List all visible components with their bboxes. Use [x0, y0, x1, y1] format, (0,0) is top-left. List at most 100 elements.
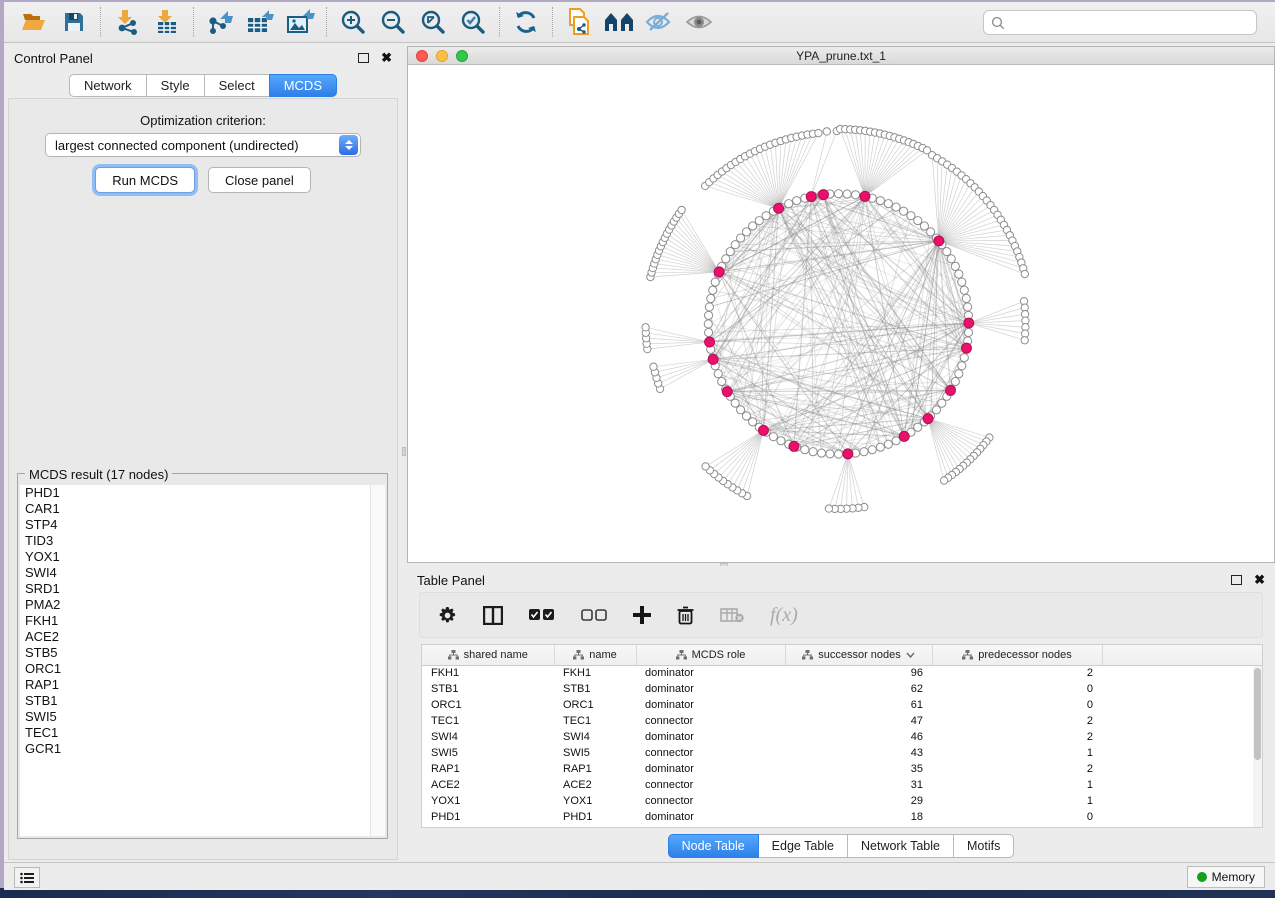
table-row[interactable]: ACE2ACE2connector311 [422, 777, 1262, 793]
mcds-result-item[interactable]: YOX1 [20, 549, 385, 565]
float-panel-icon[interactable] [358, 53, 369, 63]
deselect-all-rows-icon[interactable] [581, 609, 607, 622]
table-row[interactable]: FKH1FKH1dominator962 [422, 665, 1262, 681]
cell-name[interactable]: SWI4 [554, 729, 636, 745]
table-tab-edge-table[interactable]: Edge Table [758, 834, 848, 858]
cell-name[interactable]: ACE2 [554, 777, 636, 793]
mcds-result-item[interactable]: SWI4 [20, 565, 385, 581]
cell-mcds_role[interactable]: dominator [636, 761, 785, 777]
cell-name[interactable]: RAP1 [554, 761, 636, 777]
cell-successor_nodes[interactable]: 96 [785, 665, 932, 681]
cell-predecessor_nodes[interactable]: 1 [932, 777, 1102, 793]
optimization-criterion-select[interactable]: largest connected component (undirected) [45, 133, 361, 157]
table-scrollbar-thumb[interactable] [1254, 668, 1261, 760]
mcds-result-item[interactable]: RAP1 [20, 677, 385, 693]
cell-predecessor_nodes[interactable]: 2 [932, 729, 1102, 745]
mcds-result-item[interactable]: STB1 [20, 693, 385, 709]
column-header-shared-name[interactable]: shared name [422, 645, 554, 665]
table-row[interactable]: ORC1ORC1dominator610 [422, 697, 1262, 713]
cell-name[interactable]: STB1 [554, 681, 636, 697]
mcds-result-item[interactable]: TEC1 [20, 725, 385, 741]
cell-shared_name[interactable]: YOX1 [422, 793, 554, 809]
network-search-box[interactable] [983, 10, 1257, 35]
mcds-result-list[interactable]: PHD1CAR1STP4TID3YOX1SWI4SRD1PMA2FKH1ACE2… [20, 485, 385, 836]
cell-shared_name[interactable]: ORC1 [422, 697, 554, 713]
table-scrollbar[interactable] [1253, 666, 1262, 827]
float-table-panel-icon[interactable] [1231, 575, 1242, 585]
copy-network-icon[interactable] [559, 5, 599, 39]
table-row[interactable]: STB1STB1dominator620 [422, 681, 1262, 697]
save-session-icon[interactable] [54, 5, 94, 39]
column-layout-icon[interactable] [483, 606, 503, 625]
cell-shared_name[interactable]: FKH1 [422, 665, 554, 681]
cell-name[interactable]: YOX1 [554, 793, 636, 809]
table-row[interactable]: YOX1YOX1connector291 [422, 793, 1262, 809]
cell-mcds_role[interactable]: connector [636, 777, 785, 793]
table-settings-icon[interactable] [438, 606, 457, 625]
cell-shared_name[interactable]: TEC1 [422, 713, 554, 729]
cell-shared_name[interactable]: SWI4 [422, 729, 554, 745]
cell-predecessor_nodes[interactable]: 2 [932, 713, 1102, 729]
cell-name[interactable]: SWI5 [554, 745, 636, 761]
mcds-result-item[interactable]: CAR1 [20, 501, 385, 517]
network-graph[interactable] [408, 66, 1274, 562]
console-log-button[interactable] [14, 867, 40, 888]
mcds-result-item[interactable]: TID3 [20, 533, 385, 549]
mcds-result-item[interactable]: SRD1 [20, 581, 385, 597]
cell-mcds_role[interactable]: dominator [636, 697, 785, 713]
mcds-result-item[interactable]: STB5 [20, 645, 385, 661]
export-network-icon[interactable] [200, 5, 240, 39]
zoom-fit-icon[interactable] [413, 5, 453, 39]
mcds-result-item[interactable]: ACE2 [20, 629, 385, 645]
cell-successor_nodes[interactable]: 61 [785, 697, 932, 713]
table-row[interactable]: PHD1PHD1dominator180 [422, 809, 1262, 825]
memory-button[interactable]: Memory [1187, 866, 1265, 888]
table-row[interactable]: TEC1TEC1connector472 [422, 713, 1262, 729]
tab-select[interactable]: Select [204, 74, 270, 97]
show-all-icon[interactable] [679, 5, 719, 39]
export-table-icon[interactable] [240, 5, 280, 39]
maximize-window-icon[interactable] [456, 50, 468, 62]
import-table-icon[interactable] [147, 5, 187, 39]
cell-name[interactable]: PHD1 [554, 809, 636, 825]
import-network-icon[interactable] [107, 5, 147, 39]
export-image-icon[interactable] [280, 5, 320, 39]
cell-predecessor_nodes[interactable]: 0 [932, 697, 1102, 713]
table-tab-network-table[interactable]: Network Table [847, 834, 954, 858]
mcds-list-scrollbar[interactable] [370, 485, 385, 836]
hide-selected-icon[interactable] [639, 5, 679, 39]
cell-shared_name[interactable]: SWI5 [422, 745, 554, 761]
cell-successor_nodes[interactable]: 46 [785, 729, 932, 745]
search-input[interactable] [1005, 16, 1256, 30]
table-tab-node-table[interactable]: Node Table [668, 834, 759, 858]
table-row[interactable]: SWI5SWI5connector431 [422, 745, 1262, 761]
cell-mcds_role[interactable]: connector [636, 745, 785, 761]
first-neighbors-icon[interactable] [599, 5, 639, 39]
add-column-icon[interactable] [633, 606, 651, 624]
cell-name[interactable]: ORC1 [554, 697, 636, 713]
column-header-MCDS-role[interactable]: MCDS role [636, 645, 785, 665]
tab-style[interactable]: Style [146, 74, 205, 97]
cell-shared_name[interactable]: STB1 [422, 681, 554, 697]
column-header-predecessor-nodes[interactable]: predecessor nodes [932, 645, 1102, 665]
tab-network[interactable]: Network [69, 74, 147, 97]
table-row[interactable]: RAP1RAP1dominator352 [422, 761, 1262, 777]
table-tab-motifs[interactable]: Motifs [953, 834, 1014, 858]
cell-name[interactable]: FKH1 [554, 665, 636, 681]
cell-predecessor_nodes[interactable]: 0 [932, 809, 1102, 825]
cell-successor_nodes[interactable]: 18 [785, 809, 932, 825]
zoom-out-icon[interactable] [373, 5, 413, 39]
cell-mcds_role[interactable]: dominator [636, 809, 785, 825]
mcds-result-item[interactable]: FKH1 [20, 613, 385, 629]
mcds-result-item[interactable]: ORC1 [20, 661, 385, 677]
zoom-in-icon[interactable] [333, 5, 373, 39]
delete-column-icon[interactable] [677, 606, 694, 625]
mcds-result-item[interactable]: PHD1 [20, 485, 385, 501]
close-window-icon[interactable] [416, 50, 428, 62]
cell-shared_name[interactable]: ACE2 [422, 777, 554, 793]
cell-successor_nodes[interactable]: 62 [785, 681, 932, 697]
refresh-view-icon[interactable] [506, 5, 546, 39]
mcds-result-item[interactable]: PMA2 [20, 597, 385, 613]
column-header-name[interactable]: name [554, 645, 636, 665]
close-panel-icon[interactable]: ✖ [381, 53, 392, 63]
